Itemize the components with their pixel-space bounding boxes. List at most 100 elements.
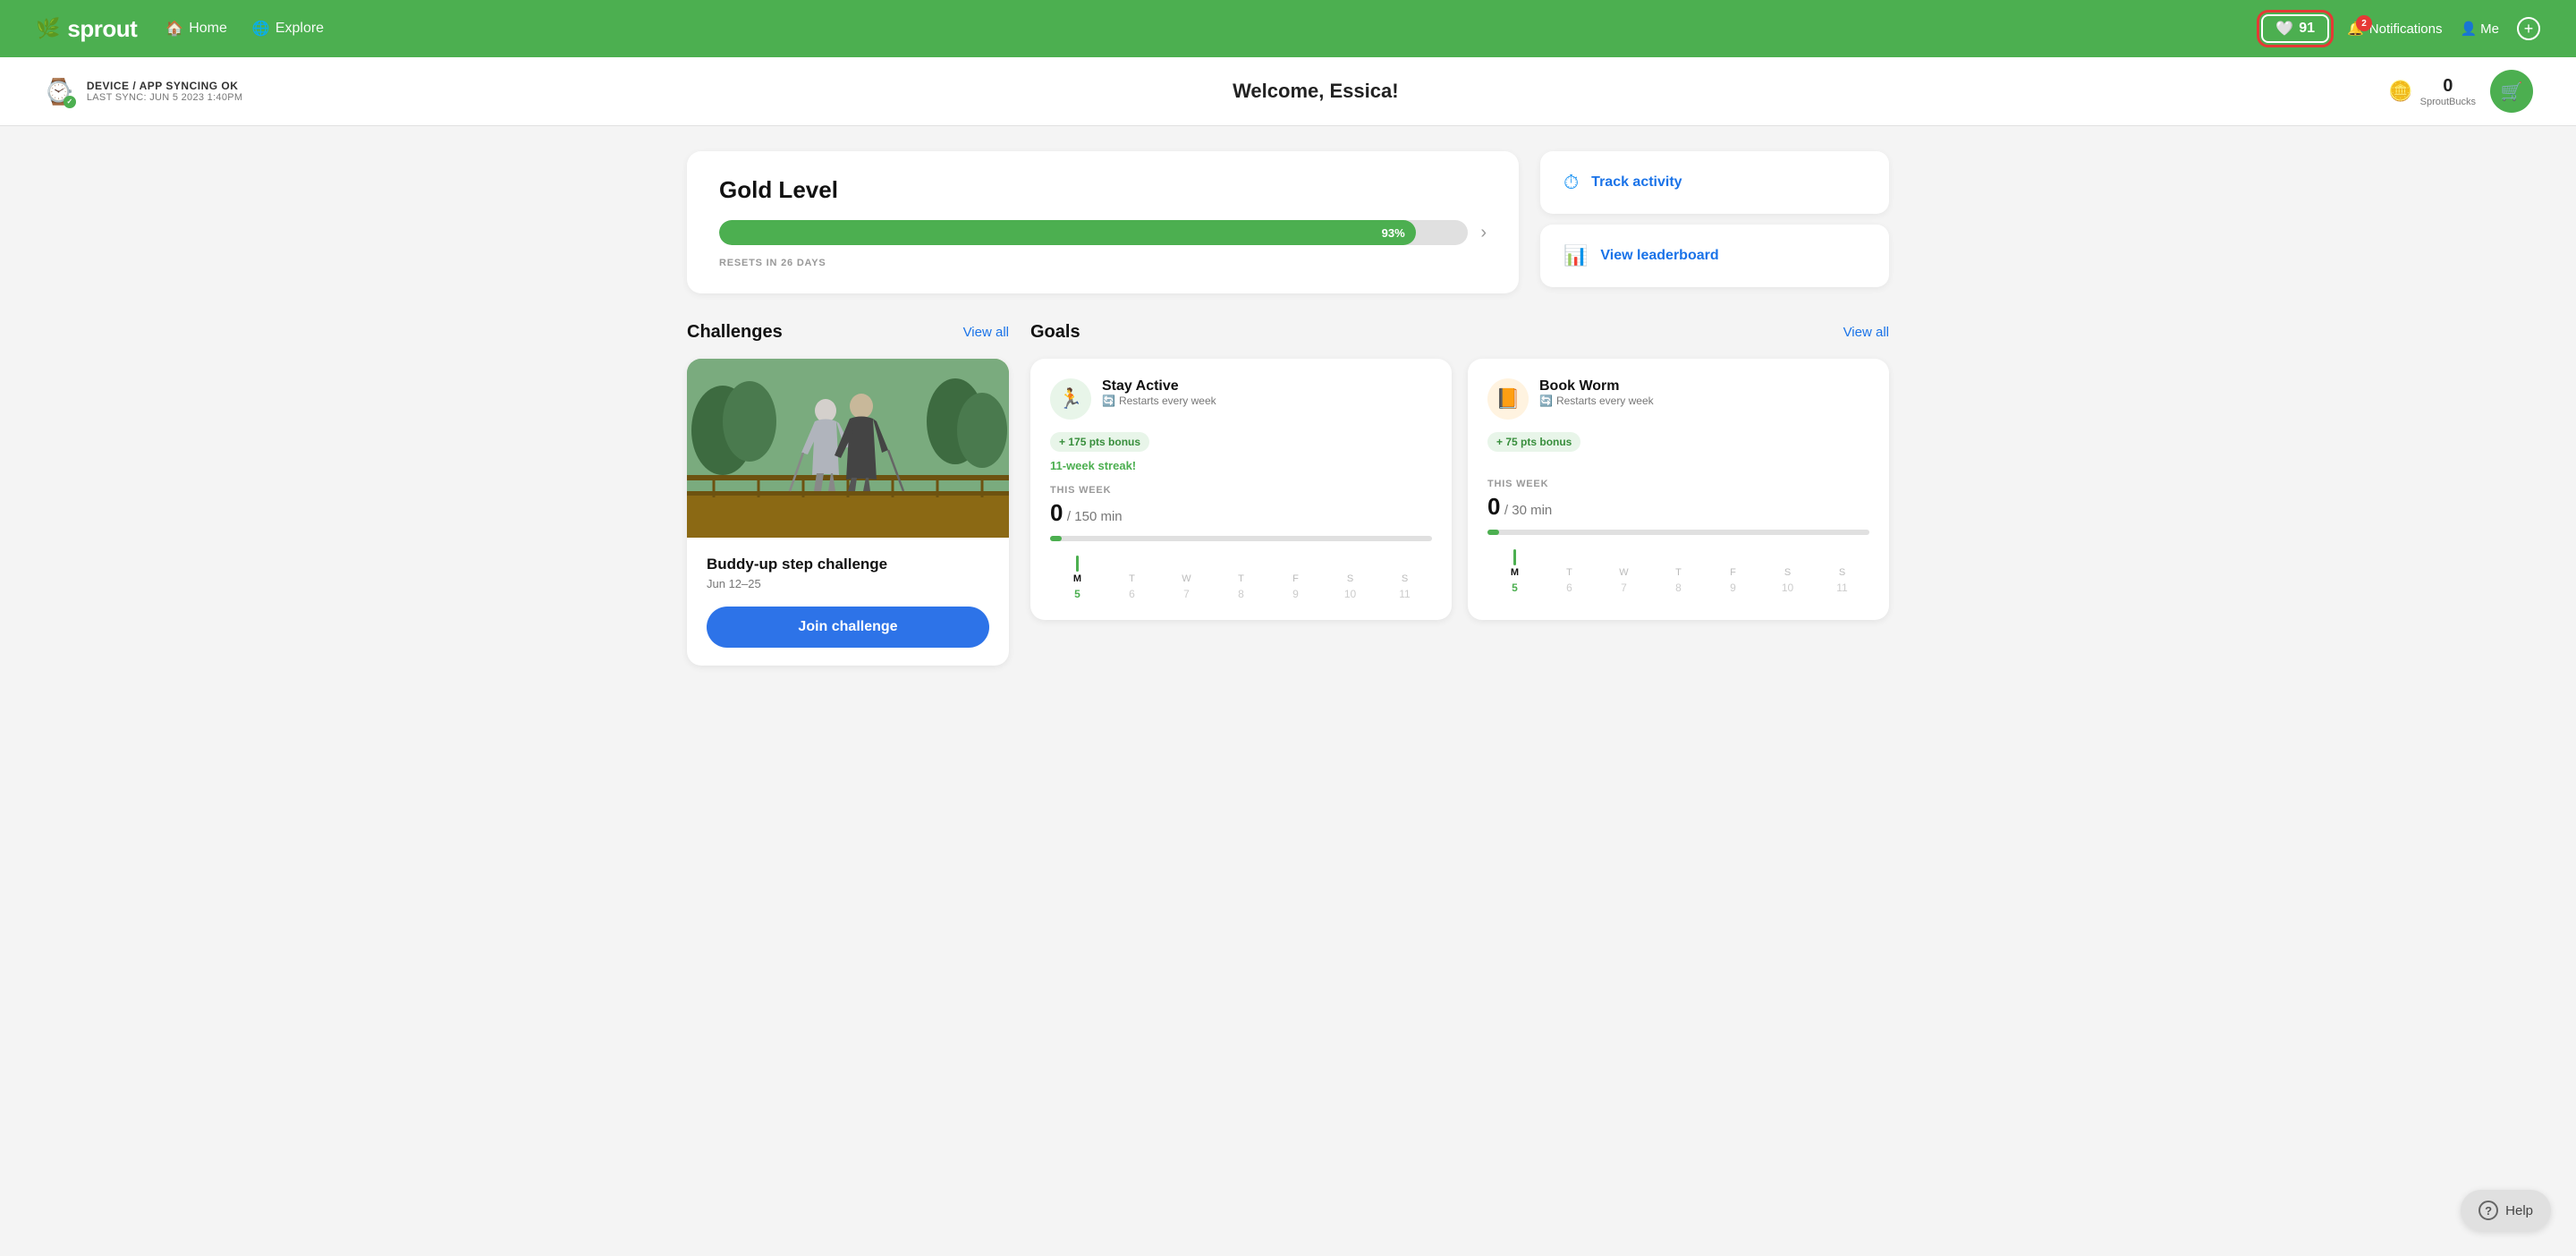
bw-cal-label-6: S xyxy=(1815,567,1869,578)
book-worm-progress-bar xyxy=(1487,530,1869,535)
cal-day-1: T 6 xyxy=(1105,556,1159,600)
sproutbucks-label: SproutBucks xyxy=(2420,97,2476,107)
cart-button[interactable]: 🛒 xyxy=(2490,70,2533,113)
bw-cal-label-0: M xyxy=(1487,567,1542,578)
cal-label-0: M xyxy=(1050,573,1105,584)
track-activity-label: Track activity xyxy=(1591,174,1682,191)
cal-day-4: F 9 xyxy=(1268,556,1323,600)
stay-active-week-label: THIS WEEK xyxy=(1050,485,1432,496)
me-button[interactable]: 👤 Me xyxy=(2460,21,2499,37)
notifications-button[interactable]: 2 🔔 Notifications xyxy=(2347,21,2442,37)
book-worm-restart: 🔄 Restarts every week xyxy=(1539,395,1654,407)
nav-links: 🏠 Home 🌐 Explore xyxy=(165,20,2233,38)
right-action-cards: ⏱ Track activity 📊 View leaderboard xyxy=(1540,151,1889,293)
bw-cal-num-1: 6 xyxy=(1542,581,1597,594)
sproutbucks: 🪙 0 SproutBucks xyxy=(2388,76,2476,107)
nav-home-link[interactable]: 🏠 Home xyxy=(165,20,227,38)
bw-cal-day-4: F 9 xyxy=(1706,549,1760,594)
bw-cal-day-6: S 11 xyxy=(1815,549,1869,594)
track-activity-card[interactable]: ⏱ Track activity xyxy=(1540,151,1889,214)
help-circle-icon: ? xyxy=(2479,1201,2498,1220)
goals-view-all[interactable]: View all xyxy=(1843,325,1889,340)
bw-cal-bar-6 xyxy=(1841,549,1843,565)
leaderboard-icon: 📊 xyxy=(1563,244,1588,267)
navbar: 🌿 sprout 🏠 Home 🌐 Explore 🤍 91 2 🔔 Notif… xyxy=(0,0,2576,57)
bw-cal-bar-0 xyxy=(1513,549,1516,565)
sproutbucks-info: 0 SproutBucks xyxy=(2420,76,2476,107)
sync-bar: ⌚ ✓ DEVICE / APP SYNCING OK LAST SYNC: J… xyxy=(0,57,2576,126)
logo-leaf-icon: 🌿 xyxy=(36,17,60,40)
heart-icon: 🤍 xyxy=(2275,20,2293,38)
cal-day-3: T 8 xyxy=(1214,556,1268,600)
bw-cal-bar-3 xyxy=(1677,549,1680,565)
stay-active-progress-bar xyxy=(1050,536,1432,541)
help-button[interactable]: ? Help xyxy=(2461,1190,2551,1231)
hearts-button[interactable]: 🤍 91 xyxy=(2261,14,2329,43)
cal-bar-5 xyxy=(1349,556,1352,572)
cal-num-1: 6 xyxy=(1105,588,1159,600)
sections-row: Challenges View all FEATURED xyxy=(687,322,1889,666)
book-worm-calendar: M 5 T 6 W 7 xyxy=(1487,549,1869,594)
cal-bar-1 xyxy=(1131,556,1133,572)
bw-cal-day-0: M 5 xyxy=(1487,549,1542,594)
cal-label-1: T xyxy=(1105,573,1159,584)
challenges-view-all[interactable]: View all xyxy=(963,325,1009,340)
nav-right: 🤍 91 2 🔔 Notifications 👤 Me + xyxy=(2261,14,2540,43)
cal-label-5: S xyxy=(1323,573,1377,584)
cal-num-4: 9 xyxy=(1268,588,1323,600)
plus-icon: + xyxy=(2524,20,2534,38)
cal-label-4: F xyxy=(1268,573,1323,584)
sproutbucks-count: 0 xyxy=(2420,76,2476,97)
bw-cal-num-2: 7 xyxy=(1597,581,1651,594)
gold-level-title: Gold Level xyxy=(719,176,1487,204)
bw-cal-day-2: W 7 xyxy=(1597,549,1651,594)
cal-bar-2 xyxy=(1185,556,1188,572)
add-button[interactable]: + xyxy=(2517,17,2540,40)
cal-bar-3 xyxy=(1240,556,1242,572)
goals-section: Goals View all 🏃 Stay Active 🔄 R xyxy=(1030,322,1889,666)
stay-active-streak: 11-week streak! xyxy=(1050,459,1432,472)
main-content: Gold Level 93% › RESETS IN 26 DAYS ⏱ Tra… xyxy=(644,126,1932,691)
cal-num-6: 11 xyxy=(1377,588,1432,600)
bw-cal-num-4: 9 xyxy=(1706,581,1760,594)
goal-info-book-worm: Book Worm 🔄 Restarts every week xyxy=(1539,378,1654,407)
bw-cal-num-3: 8 xyxy=(1651,581,1706,594)
notifications-badge: 2 xyxy=(2356,15,2372,31)
progress-pct-label: 93% xyxy=(1382,226,1405,240)
cal-num-2: 7 xyxy=(1159,588,1214,600)
cal-day-0: M 5 xyxy=(1050,556,1105,600)
progress-row: 93% › xyxy=(719,220,1487,245)
book-worm-unit: / 30 min xyxy=(1504,503,1552,518)
join-challenge-button[interactable]: Join challenge xyxy=(707,607,989,648)
book-worm-week-label: THIS WEEK xyxy=(1487,479,1869,489)
goals-title: Goals xyxy=(1030,322,1080,343)
goal-card-book-worm: 📙 Book Worm 🔄 Restarts every week + 75 p… xyxy=(1468,359,1889,620)
challenge-card: FEATURED xyxy=(687,359,1009,666)
progress-chevron-icon[interactable]: › xyxy=(1480,223,1487,243)
goal-header-stay-active: 🏃 Stay Active 🔄 Restarts every week xyxy=(1050,378,1432,420)
cal-label-3: T xyxy=(1214,573,1268,584)
view-leaderboard-card[interactable]: 📊 View leaderboard xyxy=(1540,225,1889,287)
goal-card-stay-active: 🏃 Stay Active 🔄 Restarts every week + 17… xyxy=(1030,359,1452,620)
bw-cal-label-1: T xyxy=(1542,567,1597,578)
bw-cal-num-0: 5 xyxy=(1487,581,1542,594)
book-icon: 📙 xyxy=(1496,387,1520,411)
notifications-label: Notifications xyxy=(2369,21,2443,37)
bw-cal-label-4: F xyxy=(1706,567,1760,578)
view-leaderboard-label: View leaderboard xyxy=(1600,248,1718,264)
cal-num-5: 10 xyxy=(1323,588,1377,600)
challenge-scene-svg xyxy=(687,359,1009,538)
home-icon: 🏠 xyxy=(165,20,183,38)
gold-level-card: Gold Level 93% › RESETS IN 26 DAYS xyxy=(687,151,1519,293)
logo[interactable]: 🌿 sprout xyxy=(36,15,137,43)
nav-explore-label: Explore xyxy=(275,21,324,37)
explore-icon: 🌐 xyxy=(252,20,270,38)
cal-bar-0 xyxy=(1076,556,1079,572)
book-worm-pts-badge: + 75 pts bonus xyxy=(1487,432,1580,452)
challenges-title: Challenges xyxy=(687,322,783,343)
brand-name: sprout xyxy=(67,15,137,43)
challenge-title: Buddy-up step challenge xyxy=(707,556,989,573)
stay-active-unit: / 150 min xyxy=(1067,509,1123,524)
stay-active-value-row: 0 / 150 min xyxy=(1050,499,1432,527)
nav-explore-link[interactable]: 🌐 Explore xyxy=(252,20,324,38)
